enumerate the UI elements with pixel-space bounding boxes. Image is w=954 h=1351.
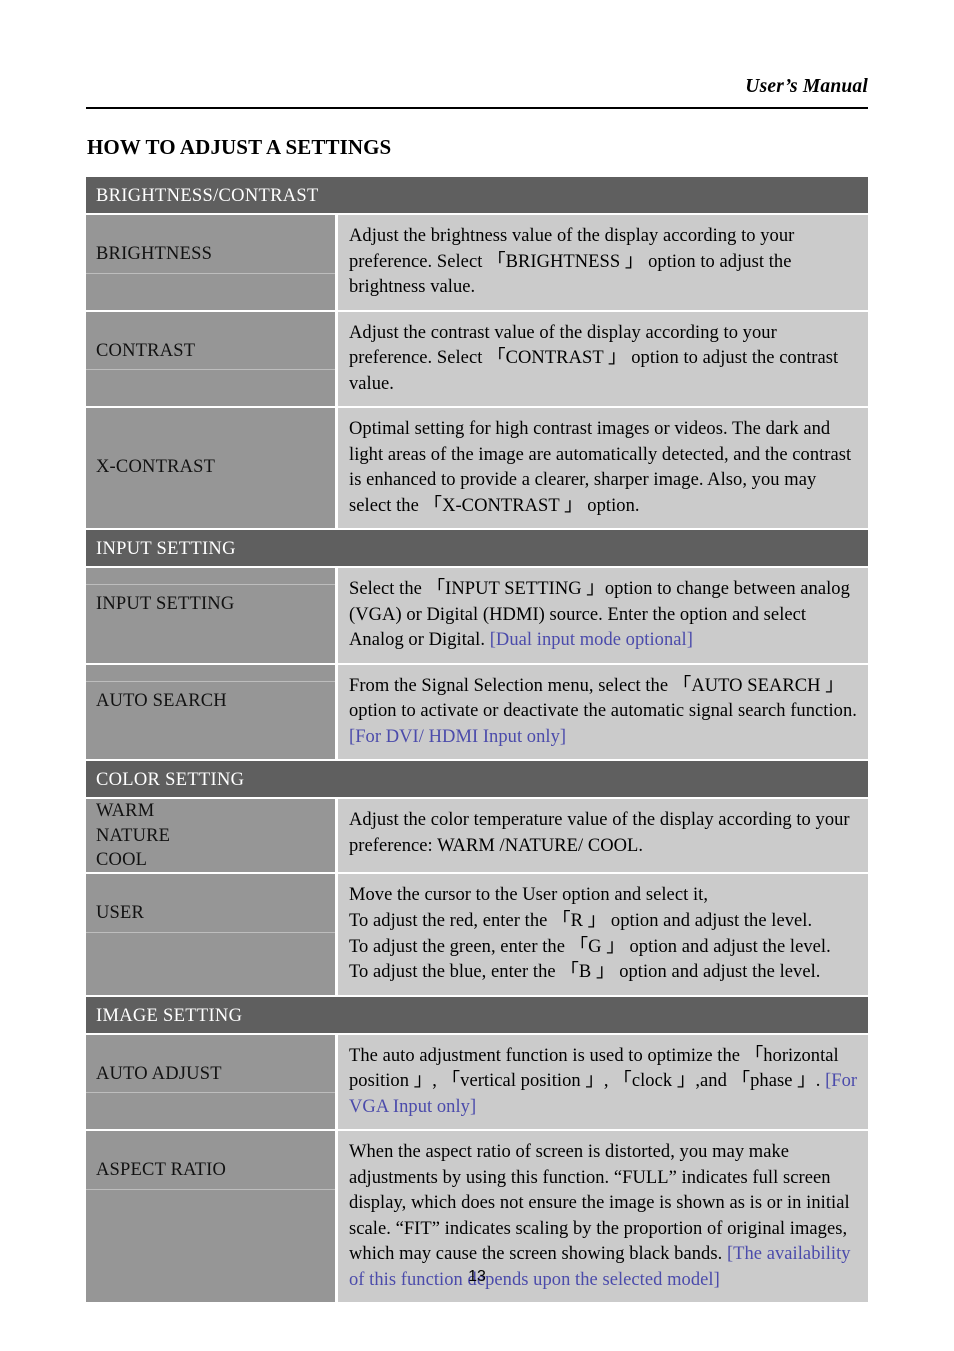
setting-label: AUTO SEARCH — [86, 680, 335, 714]
setting-label-cell: X-CONTRAST — [86, 408, 335, 529]
setting-label-cell: WARM NATURE COOL — [86, 799, 335, 873]
setting-label-cell: AUTO ADJUST — [86, 1034, 335, 1130]
setting-label: BRIGHTNESS — [86, 243, 335, 274]
setting-label: WARM NATURE COOL — [96, 801, 171, 871]
setting-label-cell: BRIGHTNESS — [86, 215, 335, 310]
setting-label-cell: AUTO SEARCH — [86, 664, 335, 760]
setting-description-cell: The auto adjustment function is used to … — [338, 1034, 868, 1130]
section-header-band: IMAGE SETTING — [86, 996, 868, 1033]
setting-description-cell: Adjust the color temperature value of th… — [338, 799, 868, 873]
setting-label-cell: CONTRAST — [86, 311, 335, 407]
setting-description-cell: Select the 「INPUT SETTING 」option to cha… — [338, 568, 868, 663]
setting-label-cell: USER — [86, 874, 335, 995]
section-header-band: INPUT SETTING — [86, 530, 868, 567]
setting-description-cell: Adjust the contrast value of the display… — [338, 311, 868, 407]
table-row: INPUT SETTING Select the 「INPUT SETTING 」… — [86, 568, 868, 663]
availability-note: [Dual input mode optional] — [489, 630, 693, 651]
section-header-band: COLOR SETTING — [86, 761, 868, 798]
setting-description-cell: From the Signal Selection menu, select t… — [338, 664, 868, 760]
settings-table: BRIGHTNESS/CONTRAST BRIGHTNESS Adjust the … — [86, 177, 868, 1304]
setting-label: CONTRAST — [86, 340, 335, 371]
manual-page: User’s Manual HOW TO ADJUST A SETTINGS B… — [0, 0, 954, 1351]
setting-label: ASPECT RATIO — [86, 1159, 335, 1190]
availability-note: [For DVI/ HDMI Input only] — [349, 726, 567, 747]
setting-description-cell: Optimal setting for high contrast images… — [338, 408, 868, 529]
table-row: USER Move the cursor to the User option a… — [86, 874, 868, 995]
setting-label: X-CONTRAST — [96, 457, 216, 478]
table-row: WARM NATURE COOL Adjust the color temperatu… — [86, 799, 868, 873]
setting-description-cell: Adjust the brightness value of the displ… — [338, 215, 868, 310]
setting-description-cell: Move the cursor to the User option and s… — [338, 874, 868, 995]
page-title: HOW TO ADJUST A SETTINGS — [87, 135, 392, 159]
table-row: X-CONTRAST Optimal setting for high contr… — [86, 408, 868, 529]
page-number: 13 — [468, 1268, 486, 1285]
running-header: User’s Manual — [86, 76, 868, 97]
setting-label-cell: INPUT SETTING — [86, 568, 335, 663]
table-row: CONTRAST Adjust the contrast value of the… — [86, 311, 868, 407]
setting-label: INPUT SETTING — [86, 584, 335, 617]
setting-label: AUTO ADJUST — [86, 1063, 335, 1094]
table-row: BRIGHTNESS Adjust the brightness value of… — [86, 215, 868, 310]
header-rule — [86, 107, 868, 109]
setting-label: USER — [86, 902, 335, 934]
table-row: AUTO SEARCH From the Signal Selection men… — [86, 664, 868, 760]
availability-note: [For VGA Input only] — [349, 1071, 858, 1117]
section-header-band: BRIGHTNESS/CONTRAST — [86, 177, 868, 213]
table-row: AUTO ADJUST The auto adjustment function … — [86, 1034, 868, 1130]
running-header-title: User’s Manual — [745, 76, 868, 97]
